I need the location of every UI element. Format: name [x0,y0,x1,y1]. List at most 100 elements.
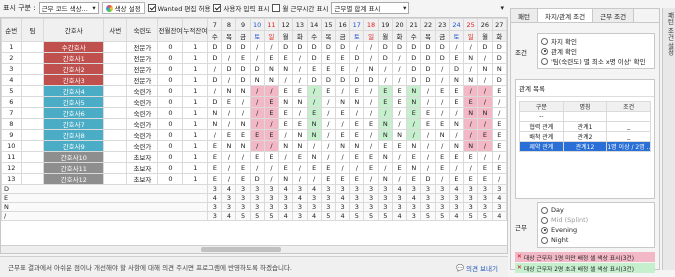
shift-cell[interactable]: / [263,173,280,185]
shift-cell[interactable]: / [391,74,408,86]
shift-cell[interactable]: E [406,107,422,119]
shift-cell[interactable]: / [420,151,436,163]
shift-cell[interactable]: D [278,41,294,53]
shift-cell[interactable]: D [306,74,322,86]
employee-id[interactable] [103,96,128,108]
shift-cell[interactable]: E [334,107,351,119]
shift-cell[interactable]: E [249,129,265,141]
shift-cell[interactable]: N [292,129,308,141]
shift-cell[interactable]: / [477,140,493,152]
day-header[interactable]: 25 [463,18,479,31]
day-header[interactable]: 17 [349,18,365,31]
shift-cell[interactable]: E [434,85,450,97]
shift-cell[interactable]: N [491,63,507,75]
shift-cell[interactable]: / [249,41,265,53]
prev-remaining[interactable]: 0 [157,96,184,108]
shift-cell[interactable]: / [463,162,479,174]
shift-cell[interactable]: / [221,118,237,130]
nurse-name[interactable]: 간호사8 [43,129,105,141]
shift-cell[interactable]: E [334,52,351,64]
shift-cell[interactable]: E [377,96,393,108]
shift-cell[interactable]: N [463,74,479,86]
day-header[interactable]: 26 [477,18,493,31]
shift-cell[interactable]: E [363,151,379,163]
day-header[interactable]: 20 [391,18,408,31]
shift-cell[interactable]: N [406,85,422,97]
shift-cell[interactable]: / [477,74,493,86]
shift-cell[interactable]: E [207,140,223,152]
shift-cell[interactable]: N [306,129,322,141]
shift-cell[interactable]: / [278,74,294,86]
skill-level[interactable]: 숙련가 [126,107,159,119]
shift-cell[interactable]: N [448,74,465,86]
shift-cell[interactable]: E [235,52,251,64]
shift-cell[interactable]: N [235,118,251,130]
shift-cell[interactable]: / [406,129,422,141]
shift-cell[interactable]: E [278,85,294,97]
shift-cell[interactable]: N [363,63,379,75]
shift-cell[interactable]: / [448,129,465,141]
shift-cell[interactable]: / [391,118,408,130]
shift-cell[interactable]: / [420,162,436,174]
team-cell[interactable] [20,96,45,108]
shift-cell[interactable]: / [292,162,308,174]
shift-cell[interactable]: N [477,107,493,119]
prev-remaining[interactable]: 0 [157,52,184,64]
shift-cell[interactable]: E [391,96,408,108]
relation-kind[interactable]: -- [519,111,564,122]
shift-cell[interactable]: E [349,151,365,163]
shift-cell[interactable]: N [278,96,294,108]
shift-cell[interactable]: / [363,140,379,152]
shift-cell[interactable]: E [235,162,251,174]
shift-cell[interactable]: / [434,140,450,152]
shift-radio[interactable]: Day [541,205,651,215]
table-row[interactable]: 8 간호사7 숙련가 0 1 N / N / / E E N / / E E N / / E E N / / E [1,118,507,130]
shift-cell[interactable]: / [420,96,436,108]
table-row[interactable]: 13 간호사12 초보자 0 1 E / E D / N / / E E E / N / E D / E E E / [1,173,507,185]
nurse-name[interactable]: 간호사3 [43,74,105,86]
shift-cell[interactable]: / [334,118,351,130]
scroll-thumb[interactable] [201,247,281,252]
condition-radio[interactable]: '팀(숙련도) 별 최소 x명 이상' 확인 [541,56,651,66]
shift-cell[interactable]: E [477,162,493,174]
day-header[interactable]: 22 [420,18,436,31]
team-cell[interactable] [20,151,45,163]
shift-cell[interactable]: D [235,74,251,86]
shift-cell[interactable]: D [306,41,322,53]
shift-cell[interactable]: D [420,52,436,64]
day-header[interactable]: 18 [363,18,379,31]
shift-cell[interactable]: N [207,118,223,130]
shift-cell[interactable]: / [207,63,223,75]
shift-cell[interactable]: D [377,52,393,64]
prev-remaining[interactable]: 0 [157,41,184,53]
shift-cell[interactable]: / [306,140,322,152]
shift-cell[interactable]: / [463,118,479,130]
shift-cell[interactable]: / [491,107,507,119]
shift-cell[interactable]: N [463,52,479,64]
shift-cell[interactable]: / [221,52,237,64]
table-row[interactable]: 6 간호사5 숙련가 0 1 D E / / E N N / / N N / E E N / / E E / / [1,96,507,108]
shift-cell[interactable]: / [477,85,493,97]
shift-cell[interactable]: / [363,107,379,119]
prev-remaining[interactable]: 0 [157,151,184,163]
skill-level[interactable]: 초보자 [126,151,159,163]
shift-cell[interactable]: / [263,118,280,130]
shift-cell[interactable]: N [306,151,322,163]
shift-cell[interactable]: D [207,52,223,64]
shift-cell[interactable]: N [434,129,450,141]
shift-cell[interactable]: / [463,85,479,97]
shift-cell[interactable]: / [334,151,351,163]
prev-remaining[interactable]: 0 [157,107,184,119]
shift-cell[interactable]: E [434,151,450,163]
acc-remaining[interactable]: 1 [182,162,209,174]
shift-cell[interactable]: / [278,129,294,141]
shift-cell[interactable]: N [292,96,308,108]
shift-cell[interactable]: E [491,140,507,152]
shift-cell[interactable]: N [278,173,294,185]
shift-cell[interactable]: E [463,173,479,185]
relation-row[interactable]: 배척 관계 관계2 _ [519,131,651,142]
shift-cell[interactable]: / [406,118,422,130]
user-input-checkbox[interactable]: 사용자 입력 표시 [213,3,269,13]
shift-cell[interactable]: E [334,173,351,185]
shift-cell[interactable]: E [334,63,351,75]
